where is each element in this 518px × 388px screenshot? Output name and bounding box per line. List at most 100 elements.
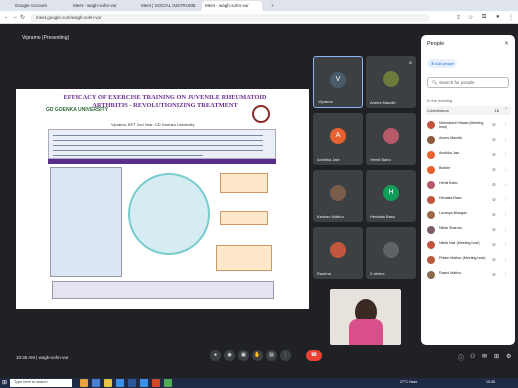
participant-tile[interactable]: Rachna bbox=[313, 227, 363, 279]
raise-hand-button[interactable]: ✋ bbox=[252, 350, 263, 361]
browser-tab[interactable]: Meet - wagh-xohn-vur bbox=[70, 1, 132, 11]
taskbar-app-icon[interactable] bbox=[92, 379, 100, 387]
new-tab-button[interactable]: + bbox=[268, 1, 278, 11]
more-options-icon[interactable]: ⋮ bbox=[503, 272, 508, 278]
host-controls-icon[interactable]: ⚙ bbox=[506, 353, 511, 360]
participant-row[interactable]: Meenakshi Hitaasi (Meeting host) ⊘ ⋮ bbox=[427, 119, 511, 132]
references-box bbox=[52, 281, 274, 299]
participant-name: Nikita Nair (Meeting host) bbox=[439, 241, 480, 245]
participant-row[interactable]: Hemil Babu ⊘ ⋮ bbox=[427, 179, 511, 192]
taskbar-search[interactable]: Type here to search bbox=[10, 379, 72, 387]
word-icon[interactable] bbox=[128, 379, 136, 387]
activities-icon[interactable]: ⊞ bbox=[494, 353, 499, 360]
participant-tile[interactable]: V Vipramo bbox=[313, 56, 363, 108]
search-icon: 🔍︎ bbox=[432, 80, 439, 85]
more-options-icon[interactable]: ⋮ bbox=[503, 212, 508, 218]
participant-tile[interactable]: H Hemlata Basu bbox=[366, 170, 416, 222]
more-options-button[interactable]: ⋮ bbox=[280, 350, 291, 361]
more-options-icon[interactable]: ⋮ bbox=[503, 152, 508, 158]
avatar bbox=[427, 271, 435, 279]
extensions-icon[interactable]: ⧉ bbox=[482, 14, 486, 21]
people-icon[interactable]: ⚇ bbox=[470, 353, 475, 360]
mic-muted-icon[interactable]: ⊘ bbox=[492, 227, 496, 233]
mic-muted-icon[interactable]: ⊘ bbox=[492, 122, 496, 128]
profile-icon[interactable]: ● bbox=[496, 14, 500, 20]
participant-tile[interactable]: A Anshika Jain bbox=[313, 113, 363, 165]
mic-muted-icon[interactable]: ⊘ bbox=[492, 167, 496, 173]
camera-button[interactable]: ◉ bbox=[224, 350, 235, 361]
participant-row[interactable]: Pritam Mathur (Meeting host) ⊘ ⋮ bbox=[427, 254, 511, 267]
avatar bbox=[427, 241, 435, 249]
mic-muted-icon[interactable]: ⊘ bbox=[492, 257, 496, 263]
contributors-label: Contributors bbox=[427, 108, 449, 113]
mic-muted-icon[interactable]: ⊘ bbox=[492, 137, 496, 143]
chat-icon[interactable]: ✉ bbox=[482, 353, 487, 360]
forward-icon[interactable]: → bbox=[12, 14, 18, 20]
participant-name: Anshika Jain bbox=[439, 151, 460, 155]
participant-row[interactable]: Bobbie ⊘ ⋮ bbox=[427, 164, 511, 177]
university-seal-icon bbox=[252, 105, 270, 123]
participant-row[interactable]: Anshika Jain ⊘ ⋮ bbox=[427, 149, 511, 162]
participant-tile[interactable]: ⊘ Anees Maudib bbox=[366, 56, 416, 108]
participant-name: Rasmi Mathur bbox=[439, 271, 462, 275]
self-view-video bbox=[330, 289, 401, 345]
people-panel-title: People bbox=[427, 41, 445, 47]
avatar bbox=[427, 136, 435, 144]
bookmark-star-icon[interactable]: ☆ bbox=[468, 14, 473, 21]
leave-call-button[interactable]: ☎ bbox=[306, 350, 322, 361]
more-options-icon[interactable]: ⋮ bbox=[503, 137, 508, 143]
info-icon[interactable]: ⓘ bbox=[458, 353, 464, 362]
url-field[interactable]: meet.google.com/wagh-xohn-vur bbox=[30, 14, 430, 22]
participant-name: Hemlata Basu bbox=[439, 196, 462, 200]
participant-row[interactable]: Lavanya Bhargav ⊘ ⋮ bbox=[427, 209, 511, 222]
menu-icon[interactable]: ⋮ bbox=[508, 14, 514, 21]
presentation-slide: EFFICACY OF EXERCISE TRAINING ON JUVENIL… bbox=[16, 89, 309, 309]
participant-row[interactable]: Anees Maudib ⊘ ⋮ bbox=[427, 134, 511, 147]
participant-tile[interactable]: 2 others bbox=[366, 227, 416, 279]
mic-muted-icon[interactable]: ⊘ bbox=[492, 212, 496, 218]
mic-muted-icon[interactable]: ⊘ bbox=[492, 152, 496, 158]
more-options-icon[interactable]: ⋮ bbox=[503, 122, 508, 128]
search-people-input[interactable]: 🔍︎ Search for people bbox=[427, 77, 509, 88]
reload-icon[interactable]: ↻ bbox=[20, 14, 25, 21]
captions-button[interactable]: ▣ bbox=[238, 350, 249, 361]
more-options-icon[interactable]: ⋮ bbox=[503, 242, 508, 248]
mic-muted-icon[interactable]: ⊘ bbox=[492, 197, 496, 203]
mail-icon[interactable] bbox=[140, 379, 148, 387]
back-icon[interactable]: ← bbox=[4, 14, 10, 20]
more-options-icon[interactable]: ⋮ bbox=[503, 257, 508, 263]
participant-tile[interactable]: Hemil Babu bbox=[366, 113, 416, 165]
file-explorer-icon[interactable] bbox=[104, 379, 112, 387]
participant-name: Hemil Babu bbox=[439, 181, 458, 185]
participant-row[interactable]: Nikita Sharma ⊘ ⋮ bbox=[427, 224, 511, 237]
result-box bbox=[220, 173, 268, 193]
more-options-icon[interactable]: ⋮ bbox=[503, 227, 508, 233]
mic-muted-icon[interactable]: ⊘ bbox=[492, 242, 496, 248]
browser-tab[interactable]: Google Account bbox=[12, 1, 64, 11]
participant-tile[interactable]: Keshav Mathur bbox=[313, 170, 363, 222]
mic-muted-icon[interactable]: ⊘ bbox=[492, 272, 496, 278]
present-button[interactable]: ▤ bbox=[266, 350, 277, 361]
mic-button[interactable]: ● bbox=[210, 350, 221, 361]
participant-row[interactable]: Rasmi Mathur ⊘ ⋮ bbox=[427, 269, 511, 282]
share-icon[interactable]: ⇪ bbox=[456, 14, 461, 21]
more-options-icon[interactable]: ⋮ bbox=[503, 197, 508, 203]
powerpoint-icon[interactable] bbox=[152, 379, 160, 387]
participant-name: Hemlata Basu bbox=[370, 214, 396, 219]
edge-icon[interactable] bbox=[116, 379, 124, 387]
add-people-button[interactable]: ⊕ Add people bbox=[427, 59, 457, 68]
close-icon[interactable]: ✕ bbox=[504, 40, 509, 47]
chevron-up-icon[interactable]: ⌃ bbox=[505, 107, 508, 112]
windows-start-icon[interactable]: ⊞ bbox=[2, 379, 7, 386]
browser-tab-active[interactable]: Meet - wagh-xohn-vur bbox=[202, 1, 262, 11]
more-options-icon[interactable]: ⋮ bbox=[503, 167, 508, 173]
participant-row[interactable]: Hemlata Basu ⊘ ⋮ bbox=[427, 194, 511, 207]
mic-muted-icon[interactable]: ⊘ bbox=[492, 182, 496, 188]
contributors-group[interactable]: Contributors 16 ⌃ bbox=[425, 106, 511, 115]
more-options-icon[interactable]: ⋮ bbox=[503, 182, 508, 188]
participant-row[interactable]: Nikita Nair (Meeting host) ⊘ ⋮ bbox=[427, 239, 511, 252]
taskbar-app-icon[interactable] bbox=[80, 379, 88, 387]
browser-tab[interactable]: Meet | SOCIAL INSTRUMENTS bbox=[138, 1, 196, 11]
chrome-icon[interactable] bbox=[164, 379, 172, 387]
search-placeholder: Search for people bbox=[438, 80, 475, 85]
